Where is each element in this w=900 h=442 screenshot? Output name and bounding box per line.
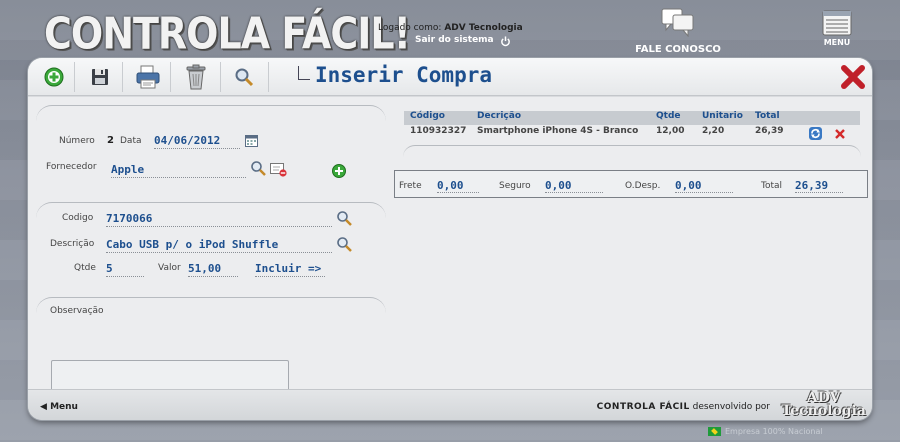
print-button[interactable] bbox=[134, 63, 162, 91]
chat-icon bbox=[661, 8, 694, 38]
save-icon bbox=[92, 69, 108, 85]
frete-input[interactable]: 0,00 bbox=[437, 179, 479, 193]
toolbar-separator bbox=[74, 62, 75, 92]
toolbar-separator bbox=[220, 62, 221, 92]
total-label: Total bbox=[761, 181, 783, 191]
adv-logo-line2: Tecnologia bbox=[781, 403, 866, 419]
valor-input[interactable]: 51,00 bbox=[188, 262, 238, 277]
descricao-search-icon[interactable] bbox=[336, 236, 352, 256]
status-footer: Empresa 100% Nacional bbox=[708, 427, 823, 436]
items-grid bbox=[403, 145, 861, 171]
item-entry-section: Codigo 7170066 Descrição Cabo USB p/ o i… bbox=[36, 202, 386, 282]
brand-logo: CONTROLA FÁCIL! bbox=[44, 8, 411, 59]
toolbar-separator bbox=[122, 62, 123, 92]
col-unitario: Unitario bbox=[702, 111, 743, 121]
row-unitario: 2,20 bbox=[702, 126, 725, 136]
fornecedor-label: Fornecedor bbox=[46, 162, 97, 172]
footer-menu-button[interactable]: ◀ Menu bbox=[40, 402, 78, 412]
col-qtde: Qtde bbox=[656, 111, 681, 121]
qtde-label: Qtde bbox=[74, 263, 96, 273]
calendar-icon[interactable] bbox=[245, 132, 258, 151]
odesp-label: O.Desp. bbox=[625, 181, 661, 191]
logout-link[interactable]: Sair do sistema bbox=[415, 35, 494, 45]
delete-row-icon[interactable] bbox=[834, 125, 846, 144]
adv-logo: ADV Tecnologia bbox=[781, 391, 866, 419]
caret-left-icon: ◀ bbox=[40, 402, 47, 412]
valor-label: Valor bbox=[158, 263, 181, 273]
form-area: Número 2 Data 04/06/2012 Fornecedor Appl… bbox=[28, 97, 872, 414]
descricao-label: Descrição bbox=[50, 239, 95, 249]
codigo-search-icon[interactable] bbox=[336, 210, 352, 230]
save-button[interactable] bbox=[86, 63, 114, 91]
row-qtde: 12,00 bbox=[656, 126, 685, 136]
close-button[interactable] bbox=[840, 64, 866, 94]
toolbar-separator bbox=[170, 62, 171, 92]
totals-box: Frete 0,00 Seguro 0,00 O.Desp. 0,00 Tota… bbox=[394, 170, 868, 198]
footer-bar: ◀ Menu CONTROLA FÁCIL desenvolvido por A… bbox=[28, 389, 872, 420]
refresh-icon[interactable] bbox=[809, 125, 822, 144]
main-panel: Inserir Compra Número 2 Data 04/06/2012 … bbox=[28, 58, 872, 420]
logged-label: Logado como: bbox=[378, 23, 442, 33]
contact-button[interactable]: FALE CONOSCO bbox=[632, 7, 724, 55]
numero-value: 2 bbox=[107, 135, 114, 146]
trash-icon bbox=[186, 64, 206, 90]
footer-credit-text: desenvolvido por bbox=[692, 402, 770, 412]
row-total: 26,39 bbox=[755, 126, 784, 136]
codigo-input[interactable]: 7170066 bbox=[106, 212, 332, 227]
footer-menu-label: Menu bbox=[50, 402, 78, 412]
include-button[interactable]: Incluir => bbox=[255, 262, 325, 277]
supplier-input[interactable]: Apple bbox=[111, 163, 246, 178]
brazil-flag-icon bbox=[708, 427, 721, 436]
search-icon bbox=[235, 68, 254, 87]
frete-label: Frete bbox=[399, 181, 422, 191]
footer-product: CONTROLA FÁCIL bbox=[596, 402, 690, 412]
add-icon bbox=[44, 67, 64, 87]
total-value: 26,39 bbox=[795, 179, 843, 193]
title-arrow-icon bbox=[298, 66, 310, 80]
purchase-header-section: Número 2 Data 04/06/2012 Fornecedor Appl… bbox=[36, 105, 386, 193]
search-button[interactable] bbox=[230, 63, 258, 91]
toolbar: Inserir Compra bbox=[28, 58, 872, 96]
seguro-input[interactable]: 0,00 bbox=[545, 179, 603, 193]
menu-label: MENU bbox=[823, 38, 851, 47]
seguro-label: Seguro bbox=[499, 181, 531, 191]
page-title: Inserir Compra bbox=[315, 63, 493, 87]
observation-label: Observação bbox=[50, 306, 104, 316]
add-button[interactable] bbox=[40, 63, 68, 91]
col-total: Total bbox=[755, 111, 780, 121]
row-descricao: Smartphone iPhone 4S - Branco bbox=[477, 126, 639, 136]
delete-button[interactable] bbox=[182, 63, 210, 91]
print-icon bbox=[136, 65, 160, 89]
col-codigo: Código bbox=[410, 111, 445, 121]
qtde-input[interactable]: 5 bbox=[106, 262, 144, 277]
row-codigo: 110932327 bbox=[410, 126, 467, 136]
col-descricao: Decrição bbox=[477, 111, 522, 121]
add-supplier-icon[interactable] bbox=[332, 163, 346, 182]
descricao-input[interactable]: Cabo USB p/ o iPod Shuffle bbox=[106, 238, 332, 253]
data-label: Data bbox=[120, 136, 142, 146]
menu-button[interactable]: MENU bbox=[818, 10, 856, 47]
close-icon bbox=[841, 65, 865, 89]
menu-grid-icon bbox=[822, 10, 852, 36]
contact-label: FALE CONOSCO bbox=[635, 44, 721, 55]
footer-credit: CONTROLA FÁCIL desenvolvido por bbox=[597, 402, 770, 412]
toolbar-separator bbox=[268, 62, 269, 92]
power-icon[interactable] bbox=[500, 32, 511, 51]
date-input[interactable]: 04/06/2012 bbox=[154, 134, 240, 149]
odesp-input[interactable]: 0,00 bbox=[675, 179, 733, 193]
status-text: Empresa 100% Nacional bbox=[725, 427, 823, 436]
grid-header-row bbox=[404, 111, 860, 125]
supplier-search-icon[interactable] bbox=[250, 160, 266, 180]
supplier-remove-icon[interactable] bbox=[270, 162, 288, 181]
numero-label: Número bbox=[59, 136, 95, 146]
codigo-label: Codigo bbox=[62, 213, 94, 223]
